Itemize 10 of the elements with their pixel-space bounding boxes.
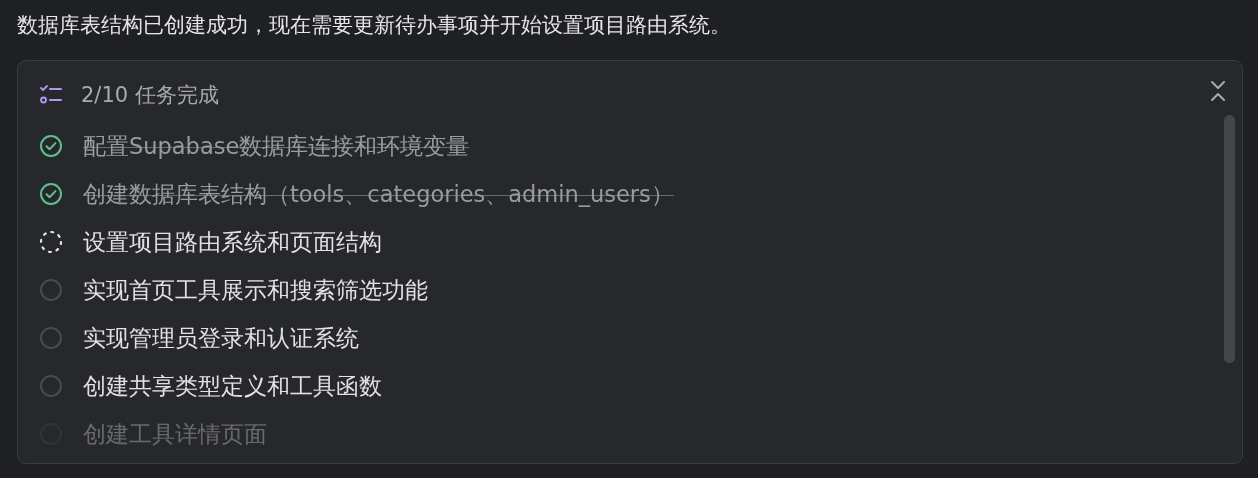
task-summary: 2/10 任务完成	[81, 82, 219, 109]
message-text: 数据库表结构已创建成功，现在需要更新待办事项并开始设置项目路由系统。	[17, 12, 731, 39]
task-text: 创建工具详情页面	[83, 419, 267, 449]
task-text: 实现管理员登录和认证系统	[83, 323, 359, 353]
task-text: 设置项目路由系统和页面结构	[83, 227, 382, 257]
task-text: 创建共享类型定义和工具函数	[83, 371, 382, 401]
task-text: 实现首页工具展示和搜索筛选功能	[83, 275, 428, 305]
scrollbar[interactable]	[1224, 115, 1235, 363]
collapse-icon[interactable]	[1210, 79, 1226, 103]
checklist-icon	[39, 84, 63, 106]
